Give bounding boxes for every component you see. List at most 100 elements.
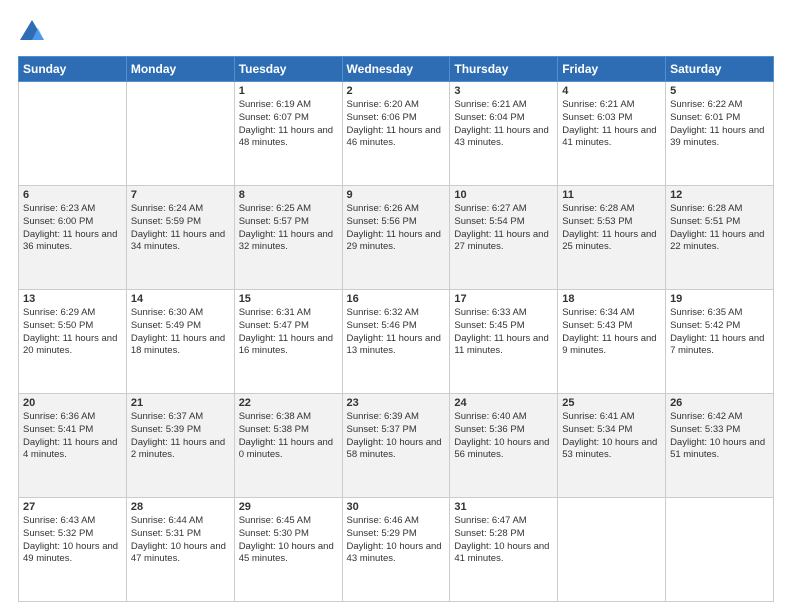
day-info: Daylight: 11 hours and 7 minutes.: [670, 333, 769, 359]
calendar-cell: 29Sunrise: 6:45 AMSunset: 5:30 PMDayligh…: [234, 498, 342, 602]
day-info: Sunrise: 6:37 AM: [131, 411, 230, 424]
calendar-cell: 13Sunrise: 6:29 AMSunset: 5:50 PMDayligh…: [19, 290, 127, 394]
calendar-cell: 9Sunrise: 6:26 AMSunset: 5:56 PMDaylight…: [342, 186, 450, 290]
calendar-cell: 27Sunrise: 6:43 AMSunset: 5:32 PMDayligh…: [19, 498, 127, 602]
day-info: Daylight: 10 hours and 58 minutes.: [347, 437, 446, 463]
day-info: Sunrise: 6:47 AM: [454, 515, 553, 528]
day-number: 7: [131, 189, 230, 201]
day-info: Sunset: 5:50 PM: [23, 320, 122, 333]
day-info: Daylight: 11 hours and 4 minutes.: [23, 437, 122, 463]
calendar-week-3: 13Sunrise: 6:29 AMSunset: 5:50 PMDayligh…: [19, 290, 774, 394]
day-info: Sunrise: 6:39 AM: [347, 411, 446, 424]
day-info: Sunset: 5:49 PM: [131, 320, 230, 333]
day-number: 14: [131, 293, 230, 305]
day-info: Sunrise: 6:42 AM: [670, 411, 769, 424]
day-number: 26: [670, 397, 769, 409]
day-info: Daylight: 11 hours and 25 minutes.: [562, 229, 661, 255]
day-number: 15: [239, 293, 338, 305]
day-info: Daylight: 11 hours and 9 minutes.: [562, 333, 661, 359]
day-info: Sunrise: 6:28 AM: [670, 203, 769, 216]
day-info: Daylight: 11 hours and 36 minutes.: [23, 229, 122, 255]
day-number: 4: [562, 85, 661, 97]
day-info: Sunrise: 6:27 AM: [454, 203, 553, 216]
day-info: Sunrise: 6:21 AM: [454, 99, 553, 112]
day-info: Sunset: 5:57 PM: [239, 216, 338, 229]
calendar-cell: 6Sunrise: 6:23 AMSunset: 6:00 PMDaylight…: [19, 186, 127, 290]
calendar-cell: 18Sunrise: 6:34 AMSunset: 5:43 PMDayligh…: [558, 290, 666, 394]
day-info: Daylight: 10 hours and 41 minutes.: [454, 541, 553, 567]
day-info: Sunrise: 6:24 AM: [131, 203, 230, 216]
day-info: Daylight: 10 hours and 49 minutes.: [23, 541, 122, 567]
calendar-cell: 26Sunrise: 6:42 AMSunset: 5:33 PMDayligh…: [666, 394, 774, 498]
day-number: 20: [23, 397, 122, 409]
calendar-cell: 1Sunrise: 6:19 AMSunset: 6:07 PMDaylight…: [234, 82, 342, 186]
day-info: Sunset: 5:34 PM: [562, 424, 661, 437]
calendar-cell: 17Sunrise: 6:33 AMSunset: 5:45 PMDayligh…: [450, 290, 558, 394]
calendar-cell: 10Sunrise: 6:27 AMSunset: 5:54 PMDayligh…: [450, 186, 558, 290]
day-info: Daylight: 11 hours and 34 minutes.: [131, 229, 230, 255]
day-number: 1: [239, 85, 338, 97]
day-info: Sunrise: 6:36 AM: [23, 411, 122, 424]
calendar-cell: [558, 498, 666, 602]
day-info: Sunset: 5:36 PM: [454, 424, 553, 437]
calendar-cell: 22Sunrise: 6:38 AMSunset: 5:38 PMDayligh…: [234, 394, 342, 498]
day-info: Sunrise: 6:38 AM: [239, 411, 338, 424]
calendar-table: SundayMondayTuesdayWednesdayThursdayFrid…: [18, 56, 774, 602]
day-info: Sunset: 6:07 PM: [239, 112, 338, 125]
calendar-week-4: 20Sunrise: 6:36 AMSunset: 5:41 PMDayligh…: [19, 394, 774, 498]
day-info: Sunset: 6:01 PM: [670, 112, 769, 125]
day-info: Sunset: 5:54 PM: [454, 216, 553, 229]
calendar-cell: [19, 82, 127, 186]
calendar-cell: 24Sunrise: 6:40 AMSunset: 5:36 PMDayligh…: [450, 394, 558, 498]
day-info: Daylight: 11 hours and 2 minutes.: [131, 437, 230, 463]
day-info: Sunrise: 6:22 AM: [670, 99, 769, 112]
day-info: Sunrise: 6:43 AM: [23, 515, 122, 528]
day-number: 8: [239, 189, 338, 201]
calendar-cell: 7Sunrise: 6:24 AMSunset: 5:59 PMDaylight…: [126, 186, 234, 290]
day-number: 28: [131, 501, 230, 513]
day-info: Daylight: 11 hours and 46 minutes.: [347, 125, 446, 151]
day-info: Sunset: 6:00 PM: [23, 216, 122, 229]
day-info: Daylight: 11 hours and 32 minutes.: [239, 229, 338, 255]
day-info: Sunrise: 6:28 AM: [562, 203, 661, 216]
calendar-week-1: 1 Sunrise: 6:19 AMSunset: 6:07 PM Daylight…: [19, 82, 774, 186]
calendar-cell: 5Sunrise: 6:22 AMSunset: 6:01 PMDaylight…: [666, 82, 774, 186]
day-info: Sunrise: 6:31 AM: [239, 307, 338, 320]
weekday-header-wednesday: Wednesday: [342, 57, 450, 82]
day-info: Sunset: 5:51 PM: [670, 216, 769, 229]
day-info: Sunrise: 6:25 AM: [239, 203, 338, 216]
day-info: Sunrise: 6:35 AM: [670, 307, 769, 320]
day-number: 9: [347, 189, 446, 201]
day-info: Sunrise: 6:46 AM: [347, 515, 446, 528]
day-info: Sunrise: 6:32 AM: [347, 307, 446, 320]
day-info: Daylight: 11 hours and 16 minutes.: [239, 333, 338, 359]
weekday-header-monday: Monday: [126, 57, 234, 82]
day-number: 10: [454, 189, 553, 201]
weekday-header-saturday: Saturday: [666, 57, 774, 82]
calendar-cell: 4Sunrise: 6:21 AMSunset: 6:03 PMDaylight…: [558, 82, 666, 186]
day-number: 30: [347, 501, 446, 513]
day-info: Sunrise: 6:33 AM: [454, 307, 553, 320]
weekday-header-sunday: Sunday: [19, 57, 127, 82]
day-info: Sunrise: 6:44 AM: [131, 515, 230, 528]
day-info: Sunset: 6:03 PM: [562, 112, 661, 125]
day-info: Sunrise: 6:45 AM: [239, 515, 338, 528]
day-info: Sunset: 5:38 PM: [239, 424, 338, 437]
day-info: Sunrise: 6:26 AM: [347, 203, 446, 216]
day-info: Sunrise: 6:19 AM: [239, 99, 338, 112]
weekday-header-thursday: Thursday: [450, 57, 558, 82]
day-info: Daylight: 11 hours and 29 minutes.: [347, 229, 446, 255]
day-info: Sunset: 5:45 PM: [454, 320, 553, 333]
day-info: Sunset: 5:43 PM: [562, 320, 661, 333]
calendar-cell: 16Sunrise: 6:32 AMSunset: 5:46 PMDayligh…: [342, 290, 450, 394]
day-info: Sunrise: 6:30 AM: [131, 307, 230, 320]
day-number: 25: [562, 397, 661, 409]
logo-icon: [18, 18, 46, 46]
calendar-cell: 3Sunrise: 6:21 AMSunset: 6:04 PMDaylight…: [450, 82, 558, 186]
day-info: Sunset: 5:47 PM: [239, 320, 338, 333]
day-info: Sunrise: 6:40 AM: [454, 411, 553, 424]
weekday-header-tuesday: Tuesday: [234, 57, 342, 82]
day-info: Daylight: 11 hours and 22 minutes.: [670, 229, 769, 255]
day-number: 24: [454, 397, 553, 409]
day-number: 22: [239, 397, 338, 409]
